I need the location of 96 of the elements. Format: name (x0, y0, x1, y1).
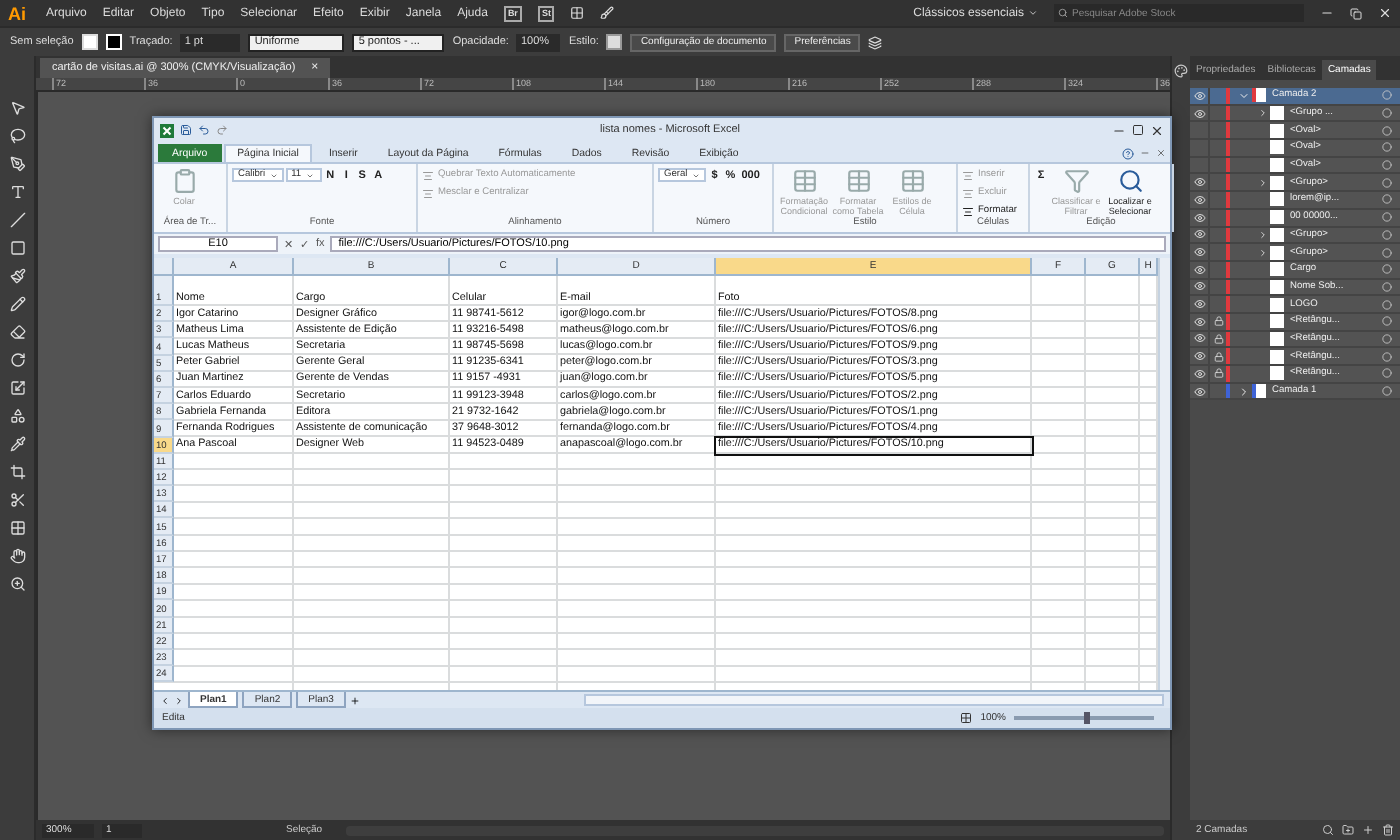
slider-thumb[interactable] (1084, 712, 1090, 724)
visibility-toggle[interactable] (1190, 331, 1210, 347)
undo-icon[interactable] (198, 124, 210, 136)
next-sheet-icon[interactable] (174, 695, 184, 705)
stroke-swatch[interactable] (105, 34, 122, 50)
eye-icon (1193, 350, 1205, 363)
eye-icon (1193, 385, 1205, 398)
visibility-toggle[interactable] (1190, 261, 1210, 278)
eye-icon (1193, 367, 1205, 380)
eye-icon (1193, 193, 1205, 206)
eye-icon (1193, 211, 1205, 224)
search-icon (1058, 8, 1068, 18)
eye-icon (1193, 89, 1205, 102)
lasso-icon[interactable] (9, 128, 25, 144)
horizontal-scrollbar[interactable] (584, 694, 1164, 706)
eye-icon (1193, 332, 1205, 345)
crop-icon[interactable] (9, 464, 25, 480)
rectangle-icon[interactable] (9, 240, 25, 256)
lines-icon (422, 169, 434, 181)
scale-icon[interactable] (9, 380, 25, 396)
trash-icon[interactable] (1382, 824, 1394, 836)
grid-icon[interactable] (570, 6, 585, 20)
lock-icon[interactable] (1213, 351, 1223, 362)
visibility-toggle[interactable] (1190, 174, 1210, 191)
lock-icon[interactable] (1213, 368, 1223, 379)
lines-icon (962, 205, 974, 217)
eye-icon (1193, 228, 1205, 241)
table-icon (791, 168, 817, 194)
table-icon (899, 168, 925, 194)
visibility-toggle[interactable] (1190, 366, 1210, 382)
add-sheet-icon[interactable] (349, 695, 360, 705)
visibility-toggle[interactable] (1190, 348, 1210, 364)
folder-icon[interactable] (1342, 824, 1354, 836)
zoom-icon[interactable] (9, 576, 25, 592)
visibility-toggle[interactable] (1190, 192, 1210, 208)
save-icon[interactable] (180, 124, 192, 136)
lines-icon (962, 169, 974, 181)
chevron-icon[interactable] (1238, 385, 1250, 398)
clipboard-icon (171, 168, 197, 194)
eye-icon (1193, 176, 1205, 189)
redo-icon[interactable] (216, 124, 228, 136)
hand-icon[interactable] (9, 548, 25, 564)
shapes-icon[interactable] (9, 408, 25, 424)
caret-icon (1028, 8, 1038, 18)
eye-icon (1193, 263, 1205, 276)
lines-icon (422, 187, 434, 199)
eyedropper-icon[interactable] (9, 436, 25, 452)
chevron-icon[interactable] (1257, 177, 1267, 188)
rotate-icon[interactable] (9, 352, 25, 368)
grid-icon[interactable] (9, 520, 25, 536)
style-swatch[interactable] (606, 34, 623, 50)
search-icon[interactable] (1322, 824, 1334, 836)
scissors-icon[interactable] (9, 492, 25, 508)
pencil-icon[interactable] (9, 296, 25, 312)
visibility-toggle[interactable] (1190, 313, 1210, 330)
chevron-icon[interactable] (1257, 108, 1267, 119)
previous-sheet-icon[interactable] (160, 695, 170, 705)
maximize-icon[interactable] (1132, 124, 1144, 136)
fill-swatch[interactable] (81, 34, 98, 50)
line-icon[interactable] (9, 212, 25, 228)
add-icon[interactable] (1362, 824, 1374, 836)
visibility-toggle[interactable] (1190, 296, 1210, 312)
eraser-icon[interactable] (9, 324, 25, 340)
eye-icon (1193, 107, 1205, 120)
close-icon[interactable] (1150, 123, 1164, 137)
visibility-toggle[interactable] (1190, 227, 1210, 243)
minimize-icon[interactable] (1320, 6, 1334, 20)
palette-icon[interactable] (1174, 64, 1188, 78)
help-icon[interactable] (1122, 147, 1134, 159)
pointer-icon[interactable] (9, 100, 25, 116)
brush-icon[interactable] (9, 268, 25, 284)
search-icon (1117, 168, 1143, 194)
lines-icon (962, 187, 974, 199)
visibility-toggle[interactable] (1190, 383, 1210, 399)
eye-icon (1193, 280, 1205, 293)
restore-icon[interactable] (1350, 7, 1362, 19)
normal-view-icon[interactable] (960, 712, 973, 724)
table-icon (845, 168, 871, 194)
vertical-scrollbar[interactable] (1158, 258, 1170, 690)
lock-icon[interactable] (1213, 333, 1223, 344)
visibility-toggle[interactable] (1190, 209, 1210, 225)
visibility-toggle[interactable] (1190, 244, 1210, 260)
layers-icon[interactable] (868, 35, 883, 49)
lock-icon[interactable] (1213, 316, 1223, 327)
eye-icon (1193, 298, 1205, 311)
brush-icon[interactable] (600, 6, 615, 20)
pen-icon[interactable] (9, 156, 25, 172)
type-icon[interactable] (9, 184, 25, 200)
app-logo: Ai (8, 3, 26, 23)
spreadsheet-logo-icon (160, 123, 174, 137)
visibility-toggle[interactable] (1190, 279, 1210, 295)
eye-icon (1193, 315, 1205, 328)
eye-icon (1193, 246, 1205, 259)
visibility-toggle[interactable] (1190, 88, 1210, 104)
filter-icon (1063, 168, 1089, 194)
visibility-toggle[interactable] (1190, 105, 1210, 121)
